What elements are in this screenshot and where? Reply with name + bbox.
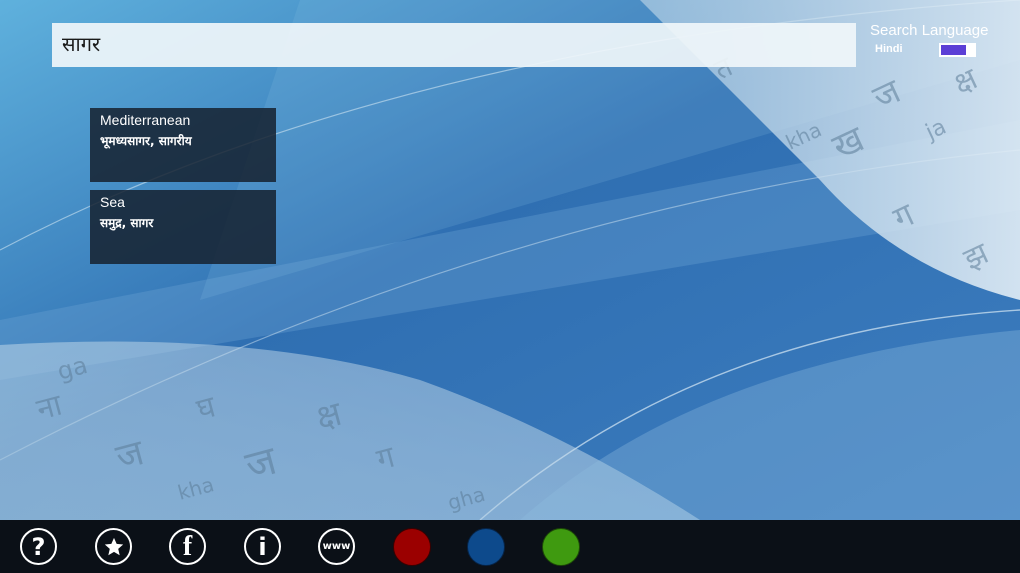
theme-green-button[interactable] (542, 528, 580, 566)
toggle-fill (941, 45, 966, 55)
help-button[interactable]: ? (20, 528, 57, 565)
facebook-icon: f (182, 530, 193, 562)
search-input[interactable]: सागर (52, 23, 856, 67)
web-button[interactable]: www (318, 528, 355, 565)
result-card[interactable]: Sea समुद्र, सागर (90, 190, 276, 264)
result-translation: भूमध्यसागर, सागरीय (100, 134, 192, 148)
theme-blue-button[interactable] (467, 528, 505, 566)
info-button[interactable]: i (244, 528, 281, 565)
info-icon: i (258, 532, 267, 561)
result-term: Sea (100, 194, 125, 210)
question-mark-icon: ? (31, 532, 46, 561)
result-card[interactable]: Mediterranean भूमध्यसागर, सागरीय (90, 108, 276, 182)
search-language-panel: Search Language Hindi (868, 22, 998, 62)
search-language-title: Search Language (870, 22, 989, 39)
www-globe-icon: www (322, 540, 351, 552)
result-translation: समुद्र, सागर (100, 216, 154, 230)
facebook-button[interactable]: f (169, 528, 206, 565)
favorites-button[interactable] (95, 528, 132, 565)
app-bar: ? f i www (0, 520, 1020, 573)
app-screen: ज ja kha ख क्ष ग झ त ना ज kha ज क्ष घ ग … (0, 0, 1020, 573)
search-language-value: Hindi (875, 43, 903, 55)
star-icon (104, 537, 123, 555)
result-term: Mediterranean (100, 112, 191, 128)
search-language-toggle[interactable] (939, 43, 976, 57)
theme-red-button[interactable] (393, 528, 431, 566)
